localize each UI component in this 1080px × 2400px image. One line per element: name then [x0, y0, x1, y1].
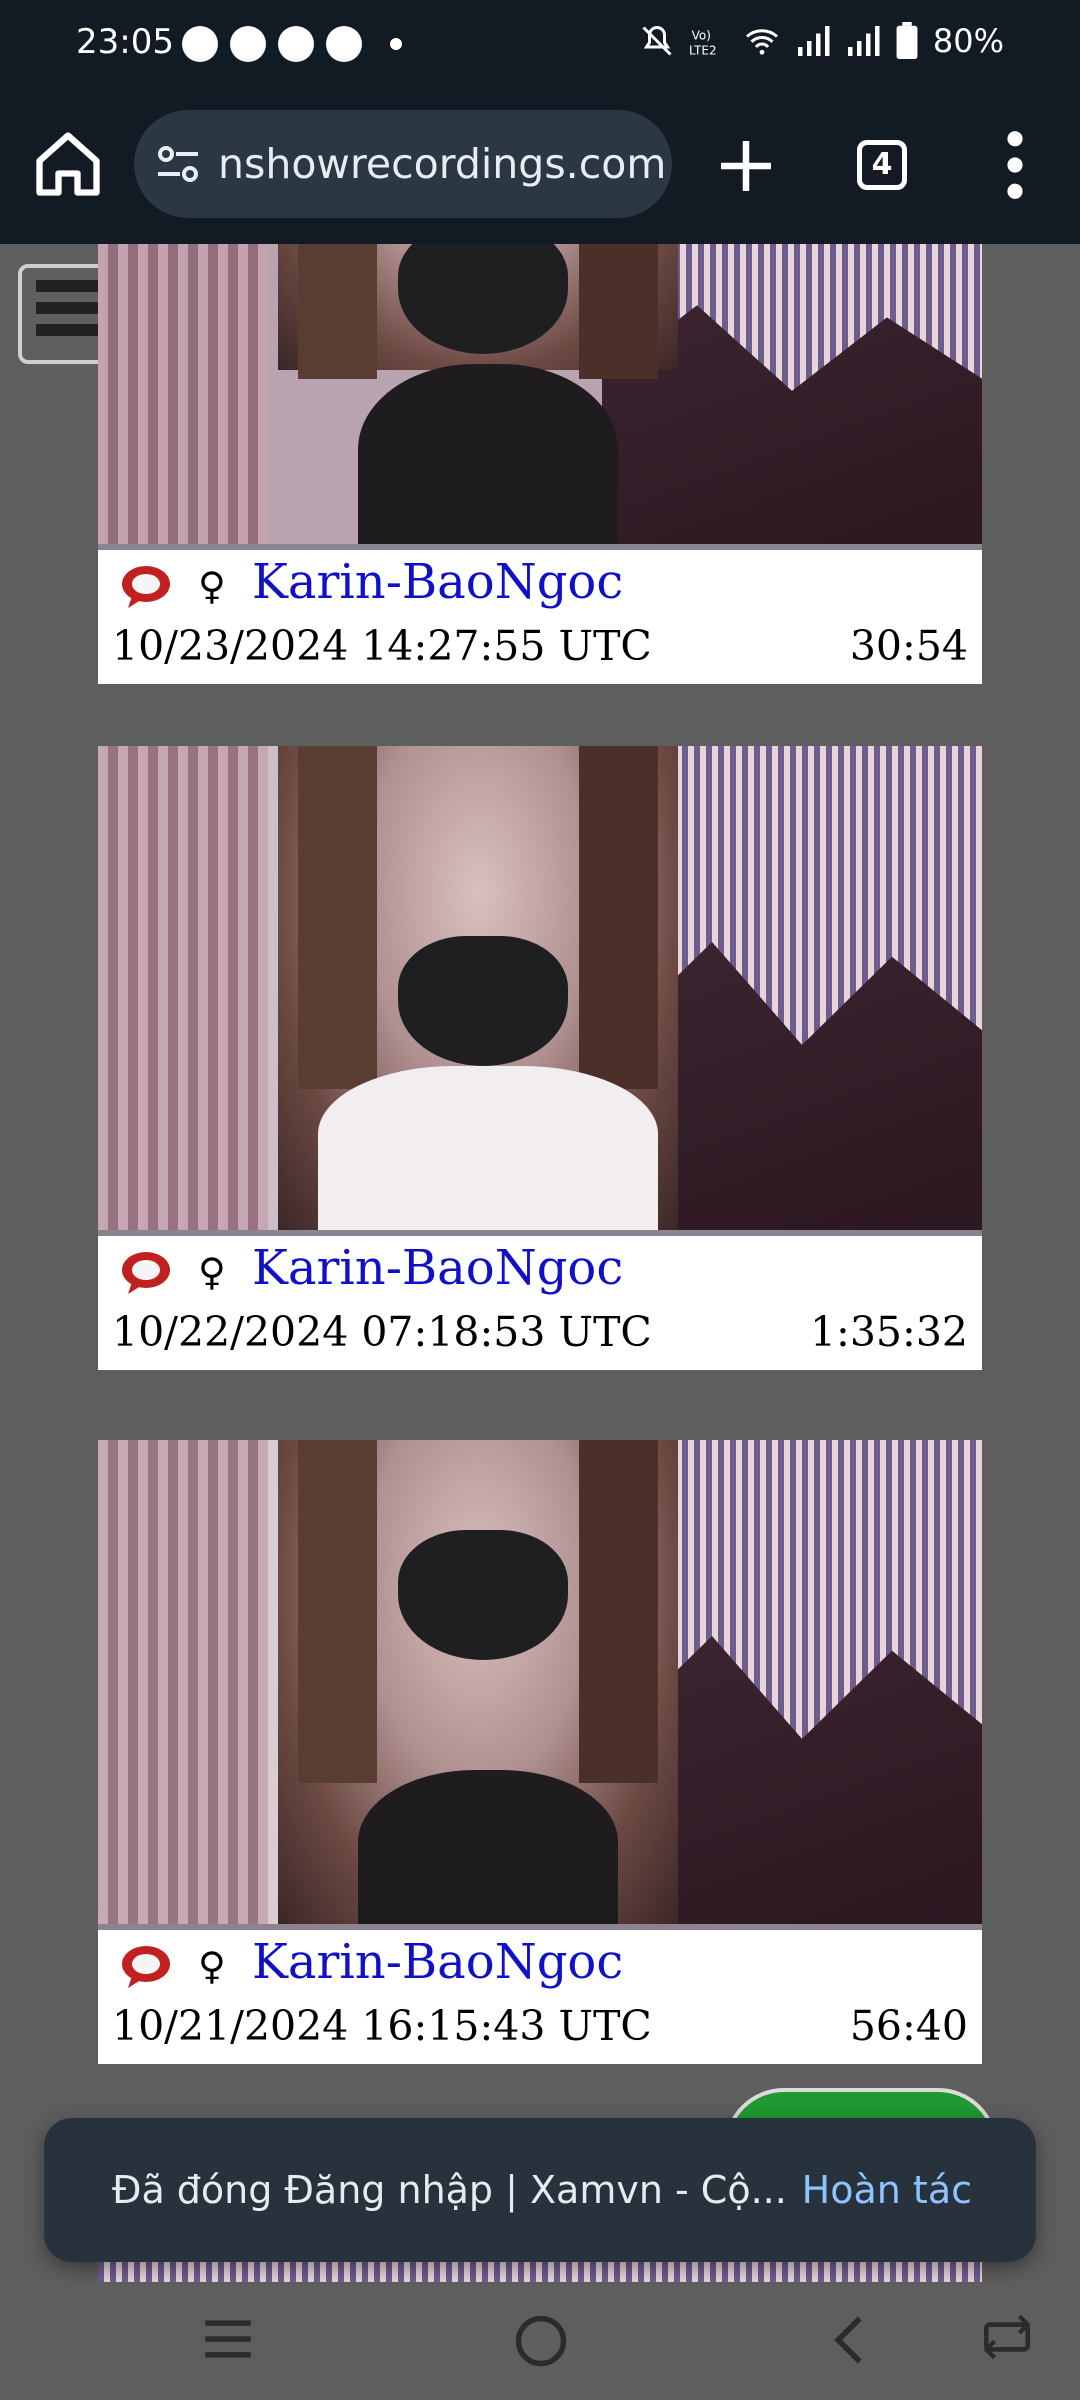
- mute-icon: [642, 25, 672, 56]
- recording-card[interactable]: ♀ Karin-BaoNgoc 10/23/2024 14:27:55 UTC …: [98, 244, 982, 684]
- home-circle-icon[interactable]: [514, 2314, 568, 2368]
- battery-icon: [896, 22, 918, 60]
- url-text: nshowrecordings.com: [218, 140, 667, 188]
- undo-button[interactable]: Hoàn tác: [802, 2168, 972, 2212]
- more-options-icon[interactable]: [1000, 130, 1030, 200]
- recording-datetime: 10/22/2024 07:18:53 UTC: [112, 1308, 652, 1356]
- menu-bar: [36, 302, 100, 314]
- performer-name-link[interactable]: Karin-BaoNgoc: [252, 554, 623, 610]
- performer-name-link[interactable]: Karin-BaoNgoc: [252, 1934, 623, 1990]
- app-icon: [278, 26, 314, 62]
- status-time: 23:05: [76, 22, 174, 62]
- recording-duration: 30:54: [849, 622, 968, 670]
- recent-apps-icon[interactable]: [200, 2314, 256, 2364]
- home-icon[interactable]: [30, 126, 106, 202]
- snackbar-message: Đã đóng Đăng nhập | Xamvn - Cộ...: [112, 2168, 787, 2212]
- chat-bubble-icon: [182, 26, 218, 62]
- snackbar: Đã đóng Đăng nhập | Xamvn - Cộ... Hoàn t…: [44, 2118, 1036, 2262]
- recording-thumbnail[interactable]: [98, 746, 982, 1236]
- system-navigation-bar: [0, 2282, 1080, 2400]
- recording-duration: 56:40: [849, 2002, 968, 2050]
- battery-percent: 80%: [932, 22, 1004, 60]
- performer-name-link[interactable]: Karin-BaoNgoc: [252, 1240, 623, 1296]
- site-settings-icon[interactable]: [154, 140, 202, 188]
- recording-datetime: 10/21/2024 16:15:43 UTC: [112, 2002, 652, 2050]
- system-icons: Vo) LTE2 80%: [639, 22, 1004, 60]
- recording-card[interactable]: ♀ Karin-BaoNgoc 10/22/2024 07:18:53 UTC …: [98, 746, 982, 1370]
- wifi-icon: [745, 29, 778, 55]
- notification-icons: [182, 26, 402, 62]
- recording-datetime: 10/23/2024 14:27:55 UTC: [112, 622, 652, 670]
- status-bar: 23:05 Vo) LTE2 80%: [0, 0, 1080, 90]
- recording-meta: ♀ Karin-BaoNgoc 10/23/2024 14:27:55 UTC …: [98, 550, 982, 684]
- recording-thumbnail[interactable]: [98, 1440, 982, 1930]
- gender-symbol: ♀: [198, 1250, 226, 1294]
- svg-text:Vo): Vo): [692, 29, 711, 43]
- recording-card-partial: [98, 2262, 982, 2282]
- recording-meta: ♀ Karin-BaoNgoc 10/21/2024 16:15:43 UTC …: [98, 1930, 982, 2064]
- recording-thumbnail[interactable]: [98, 244, 982, 550]
- gender-symbol: ♀: [198, 564, 226, 608]
- chat-bubble-icon: [122, 566, 170, 608]
- recording-meta: ♀ Karin-BaoNgoc 10/22/2024 07:18:53 UTC …: [98, 1236, 982, 1370]
- volte-icon: Vo)LTE2: [689, 29, 717, 58]
- dot-icon: [390, 38, 402, 50]
- messenger-icon: [230, 26, 266, 62]
- address-bar[interactable]: nshowrecordings.com: [134, 110, 672, 218]
- signal-icon: [847, 26, 880, 56]
- recording-duration: 1:35:32: [809, 1308, 968, 1356]
- back-icon[interactable]: [826, 2314, 872, 2366]
- rotate-screen-icon[interactable]: [980, 2314, 1034, 2360]
- new-tab-plus-icon[interactable]: [716, 136, 776, 196]
- app-icon: [326, 26, 362, 62]
- browser-toolbar: nshowrecordings.com 4: [0, 90, 1080, 244]
- signal-icon: [797, 26, 830, 56]
- menu-bar: [36, 280, 100, 292]
- chat-bubble-icon: [122, 1946, 170, 1988]
- tab-switcher-button[interactable]: 4: [857, 140, 907, 190]
- svg-text:LTE2: LTE2: [689, 43, 717, 57]
- menu-bar: [36, 324, 100, 336]
- chat-bubble-icon: [122, 1252, 170, 1294]
- gender-symbol: ♀: [198, 1944, 226, 1988]
- recording-card[interactable]: ♀ Karin-BaoNgoc 10/21/2024 16:15:43 UTC …: [98, 1440, 982, 2064]
